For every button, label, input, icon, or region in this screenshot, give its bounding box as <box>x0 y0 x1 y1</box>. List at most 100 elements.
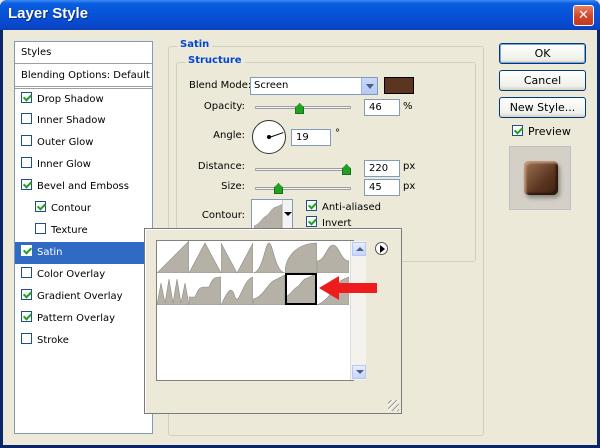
style-item-label: Outer Glow <box>37 137 94 148</box>
title-bar[interactable]: Layer Style ✕ <box>0 0 600 30</box>
style-checkbox[interactable] <box>21 179 32 190</box>
styles-list: Styles Blending Options: Default Drop Sh… <box>14 41 153 434</box>
angle-indicator <box>269 132 284 138</box>
picker-menu-icon[interactable] <box>375 242 388 255</box>
invert-check[interactable] <box>306 216 317 227</box>
distance-unit: px <box>403 161 416 172</box>
angle-field[interactable]: 19 <box>291 129 331 146</box>
contour-preset-rounded-steps[interactable] <box>189 273 221 305</box>
style-item-bevel-and-emboss[interactable]: Bevel and Emboss <box>15 176 152 198</box>
contour-preset-cone[interactable] <box>189 241 221 273</box>
size-field[interactable]: 45 <box>364 179 400 196</box>
style-checkbox[interactable] <box>21 311 32 322</box>
contour-preset-linear[interactable] <box>157 241 189 273</box>
style-item-drop-shadow[interactable]: Drop Shadow <box>15 88 152 110</box>
preview-check[interactable] <box>512 125 523 136</box>
scroll-up-arrow[interactable] <box>352 242 366 256</box>
blend-mode-label: Blend Mode: <box>189 80 252 91</box>
angle-center <box>267 135 271 139</box>
opacity-unit: % <box>403 101 413 112</box>
contour-dropdown-arrow[interactable] <box>282 200 292 230</box>
style-item-label: Bevel and Emboss <box>37 181 129 192</box>
anti-aliased-checkbox[interactable]: Anti-aliased <box>306 200 381 213</box>
size-label: Size: <box>221 181 245 192</box>
contour-preset-ring[interactable] <box>317 241 349 273</box>
style-item-label: Pattern Overlay <box>37 313 116 324</box>
satin-color-swatch[interactable] <box>384 77 414 94</box>
style-item-label: Color Overlay <box>37 269 106 280</box>
style-item-label: Inner Shadow <box>37 115 106 126</box>
anti-aliased-label: Anti-aliased <box>322 202 382 213</box>
picker-scrollbar[interactable] <box>350 241 366 380</box>
style-checkbox[interactable] <box>21 135 32 146</box>
size-slider[interactable] <box>255 187 351 190</box>
style-item-satin[interactable]: Satin <box>15 242 152 264</box>
style-item-inner-shadow[interactable]: Inner Shadow <box>15 110 152 132</box>
style-item-gradient-overlay[interactable]: Gradient Overlay <box>15 286 152 308</box>
opacity-field[interactable]: 46 <box>364 99 400 116</box>
contour-preset-cove-shallow[interactable] <box>285 273 317 305</box>
blend-mode-value: Screen <box>254 80 289 91</box>
preview-checkbox[interactable]: Preview <box>512 125 571 138</box>
styles-header[interactable]: Styles <box>15 42 152 64</box>
style-item-color-overlay[interactable]: Color Overlay <box>15 264 152 286</box>
style-checkbox[interactable] <box>21 157 32 168</box>
style-checkbox[interactable] <box>21 289 32 300</box>
angle-label: Angle: <box>213 130 245 141</box>
chevron-down-icon[interactable] <box>361 78 377 94</box>
style-item-label: Inner Glow <box>37 159 91 170</box>
angle-unit: ° <box>335 128 340 139</box>
ok-button[interactable]: OK <box>499 43 586 64</box>
style-item-stroke[interactable]: Stroke <box>15 330 152 352</box>
distance-slider[interactable] <box>255 168 351 171</box>
contour-label: Contour: <box>201 210 245 221</box>
style-checkbox[interactable] <box>21 267 32 278</box>
style-checkbox[interactable] <box>21 113 32 124</box>
style-preview <box>509 146 571 210</box>
style-checkbox[interactable] <box>21 245 32 256</box>
resize-grip-icon[interactable] <box>388 400 399 411</box>
contour-preset-half-round[interactable] <box>285 241 317 273</box>
style-item-label: Contour <box>51 203 91 214</box>
close-button[interactable]: ✕ <box>573 5 594 26</box>
style-checkbox[interactable] <box>35 201 46 212</box>
chevron-down-icon <box>284 212 292 216</box>
contour-preview-icon <box>254 203 282 230</box>
scroll-down-arrow[interactable] <box>352 365 366 379</box>
style-checkbox[interactable] <box>35 223 46 234</box>
style-item-outer-glow[interactable]: Outer Glow <box>15 132 152 154</box>
dialog-body: Styles Blending Options: Default Drop Sh… <box>3 30 597 445</box>
contour-preset-grid <box>156 240 366 381</box>
contour-preset-sawtooth[interactable] <box>221 273 253 305</box>
style-checkbox[interactable] <box>21 92 32 103</box>
style-item-label: Stroke <box>37 335 69 346</box>
layer-style-dialog: Layer Style ✕ Styles Blending Options: D… <box>0 0 600 448</box>
blend-mode-select[interactable]: Screen <box>250 77 378 95</box>
style-item-texture[interactable]: Texture <box>15 220 152 242</box>
anti-aliased-check[interactable] <box>306 200 317 211</box>
satin-group-title: Satin <box>177 39 213 50</box>
window-title: Layer Style <box>8 5 89 22</box>
style-item-label: Drop Shadow <box>37 94 104 105</box>
contour-preset-cone-inverted[interactable] <box>221 241 253 273</box>
style-item-label: Gradient Overlay <box>37 291 123 302</box>
structure-group-title: Structure <box>185 55 245 66</box>
angle-dial[interactable] <box>252 120 286 154</box>
style-checkbox[interactable] <box>21 333 32 344</box>
size-unit: px <box>403 181 416 192</box>
opacity-label: Opacity: <box>203 101 245 112</box>
contour-thumbnail[interactable] <box>251 199 293 231</box>
preview-label: Preview <box>528 125 571 138</box>
style-item-inner-glow[interactable]: Inner Glow <box>15 154 152 176</box>
new-style-button[interactable]: New Style... <box>499 97 586 118</box>
style-item-pattern-overlay[interactable]: Pattern Overlay <box>15 308 152 330</box>
style-item-label: Texture <box>51 225 88 236</box>
style-item-contour[interactable]: Contour <box>15 198 152 220</box>
contour-preset-ring-double[interactable] <box>157 273 189 305</box>
contour-preset-cove-deep[interactable] <box>253 273 285 305</box>
contour-preset-gaussian[interactable] <box>253 241 285 273</box>
distance-field[interactable]: 220 <box>364 160 400 177</box>
cancel-button[interactable]: Cancel <box>499 70 586 91</box>
blending-options-item[interactable]: Blending Options: Default <box>15 65 152 87</box>
red-arrow-icon <box>319 276 377 300</box>
